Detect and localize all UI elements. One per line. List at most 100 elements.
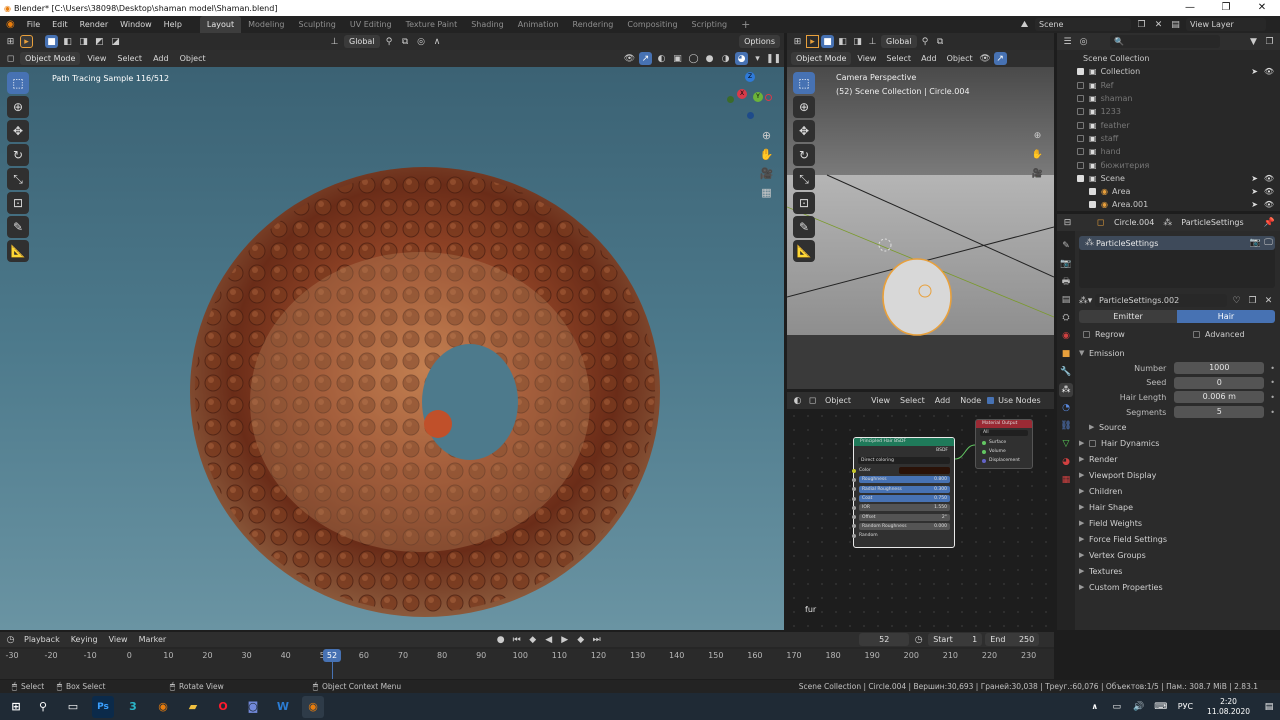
play-reverse-icon[interactable]: ◀ <box>542 633 555 646</box>
options-dropdown[interactable]: Options <box>739 35 780 48</box>
exclude-checkbox[interactable] <box>1077 121 1084 129</box>
eye-icon[interactable]: 👁 <box>1264 187 1274 196</box>
filter-icon[interactable]: ▼ <box>1247 35 1260 48</box>
mode-intersect-icon[interactable]: ◪ <box>109 35 122 48</box>
exclude-checkbox[interactable] <box>1077 148 1084 156</box>
eye-icon[interactable]: 👁 <box>1264 200 1274 209</box>
tab-animation[interactable]: Animation <box>511 16 566 33</box>
gizmo-neg-y[interactable] <box>727 96 734 103</box>
select-box-tool-icon[interactable]: ⬚ <box>793 72 815 94</box>
transform-tool-icon[interactable]: ⊡ <box>7 192 29 214</box>
pivot-icon[interactable]: ⚲ <box>383 35 396 48</box>
opera-icon[interactable]: O <box>212 696 234 718</box>
shading-wire-icon[interactable]: ◯ <box>687 52 700 65</box>
cursor-tool-icon[interactable]: ⊕ <box>793 96 815 118</box>
keying-menu[interactable]: Keying <box>67 635 102 644</box>
minimize-button[interactable]: — <box>1172 0 1208 16</box>
task-view-icon[interactable]: ▭ <box>62 696 84 718</box>
mode-subtract-icon[interactable]: ◨ <box>851 35 864 48</box>
mode-extend-icon[interactable]: ◧ <box>61 35 74 48</box>
visibility-icon[interactable]: 👁 <box>979 52 992 65</box>
notifications-icon[interactable]: ▤ <box>1258 696 1280 718</box>
pan-hand-icon[interactable]: ✋ <box>760 148 774 161</box>
render-tab-icon[interactable]: 📷 <box>1059 257 1073 271</box>
scene-icon[interactable]: ⛰ <box>1018 18 1031 31</box>
marker-menu[interactable]: Marker <box>135 635 171 644</box>
constraints-tab-icon[interactable]: ⛓ <box>1059 419 1073 433</box>
unlink-settings-icon[interactable]: ✕ <box>1262 294 1275 307</box>
pause-render-icon[interactable]: ❚❚ <box>766 52 781 65</box>
rotate-tool-icon[interactable]: ↻ <box>7 144 29 166</box>
outliner-item[interactable]: ▣ feather <box>1077 118 1280 131</box>
properties-panel-header[interactable]: ▶ Children <box>1071 483 1275 499</box>
advanced-checkbox[interactable] <box>1193 330 1200 338</box>
cursor-tool-icon[interactable]: ⊕ <box>7 96 29 118</box>
word-app-icon[interactable]: W <box>272 696 294 718</box>
ortho-grid-icon[interactable]: ▦ <box>760 186 773 199</box>
menu-view[interactable]: View <box>853 54 880 63</box>
file-explorer-icon[interactable]: ▰ <box>182 696 204 718</box>
preview-range-icon[interactable]: ◷ <box>912 633 925 646</box>
particle-system-item[interactable]: ⁂ ParticleSettings 📷 🖵 <box>1079 236 1275 250</box>
exclude-checkbox[interactable] <box>1077 174 1084 182</box>
3dsmax-icon[interactable]: 3 <box>122 696 144 718</box>
menu-render[interactable]: Render <box>74 20 114 29</box>
transform-tool-icon[interactable]: ⊡ <box>793 192 815 214</box>
regrow-checkbox[interactable] <box>1083 330 1090 338</box>
camera-view-icon[interactable]: 🎥 <box>1031 167 1044 180</box>
close-button[interactable]: ✕ <box>1244 0 1280 16</box>
keyframe-dot-icon[interactable]: • <box>1270 408 1275 417</box>
exclude-checkbox[interactable] <box>1077 134 1084 142</box>
tool-tab-icon[interactable]: ✎ <box>1059 239 1073 253</box>
gizmo-toggle-icon[interactable]: ↗ <box>639 52 652 65</box>
field-value[interactable]: 1000 <box>1174 362 1265 375</box>
tab-compositing[interactable]: Compositing <box>620 16 684 33</box>
properties-panel-header[interactable]: ▶ Render <box>1071 451 1275 467</box>
scene-selector[interactable]: Scene <box>1035 18 1131 31</box>
menu-add[interactable]: Add <box>149 54 173 63</box>
scene-tab-icon[interactable]: ⛭ <box>1059 311 1073 325</box>
menu-object[interactable]: Object <box>176 54 210 63</box>
panel-enable-checkbox[interactable] <box>1089 439 1096 447</box>
gizmo-x-axis[interactable]: X <box>737 89 747 99</box>
outliner-root[interactable]: Scene Collection <box>1077 52 1280 65</box>
play-icon[interactable]: ▶ <box>558 633 571 646</box>
xray-icon[interactable]: ▣ <box>671 52 684 65</box>
view-layer-selector[interactable]: View Layer <box>1186 18 1266 31</box>
outliner-item[interactable]: ▣ бюжитерия <box>1077 158 1280 171</box>
keyboard-layout-icon[interactable]: ⌨ <box>1150 696 1172 718</box>
zoom-icon[interactable]: ⊕ <box>1031 129 1044 142</box>
source-subpanel-header[interactable]: ▶ Source <box>1079 419 1275 435</box>
blender-menu-icon[interactable]: ◉ <box>0 19 21 30</box>
properties-panel-header[interactable]: ▶ Custom Properties <box>1071 579 1275 595</box>
modifier-tab-icon[interactable]: 🔧 <box>1059 365 1073 379</box>
jump-start-icon[interactable]: ⏮ <box>510 633 523 646</box>
mode-new-icon[interactable]: ■ <box>821 35 834 48</box>
exclude-checkbox[interactable] <box>1077 95 1084 103</box>
scale-tool-icon[interactable]: ⤡ <box>7 168 29 190</box>
discord-icon[interactable]: ◙ <box>242 696 264 718</box>
rotate-tool-icon[interactable]: ↻ <box>793 144 815 166</box>
tab-sculpting[interactable]: Sculpting <box>292 16 343 33</box>
duplicate-settings-icon[interactable]: ❐ <box>1246 294 1259 307</box>
outliner-item[interactable]: ▣ shaman <box>1077 92 1280 105</box>
gizmo-neg-x[interactable] <box>765 94 772 101</box>
menu-add[interactable]: Add <box>931 396 955 405</box>
field-value[interactable]: 5 <box>1174 406 1265 419</box>
exclude-checkbox[interactable] <box>1077 108 1084 116</box>
maximize-button[interactable]: ❐ <box>1208 0 1244 16</box>
shader-editor-icon[interactable]: ◐ <box>791 394 804 407</box>
node-canvas[interactable]: Principled Hair BSDF BSDF Direct colorin… <box>787 409 1054 630</box>
tab-texture-paint[interactable]: Texture Paint <box>399 16 465 33</box>
select-box-tool-icon[interactable]: ⬚ <box>7 72 29 94</box>
output-tab-icon[interactable]: 🖶 <box>1059 275 1073 289</box>
viewport-toggle-icon[interactable]: 🖵 <box>1262 237 1275 250</box>
remove-scene-icon[interactable]: ✕ <box>1152 18 1165 31</box>
menu-view[interactable]: View <box>83 54 110 63</box>
exclude-checkbox[interactable] <box>1089 201 1096 209</box>
menu-help[interactable]: Help <box>158 20 188 29</box>
end-frame-field[interactable]: End 250 <box>985 633 1040 646</box>
select-arrow-icon[interactable]: ➤ <box>1251 187 1258 196</box>
snap-icon[interactable]: ⧉ <box>399 35 412 48</box>
outliner-item[interactable]: ▣ Ref <box>1077 79 1280 92</box>
